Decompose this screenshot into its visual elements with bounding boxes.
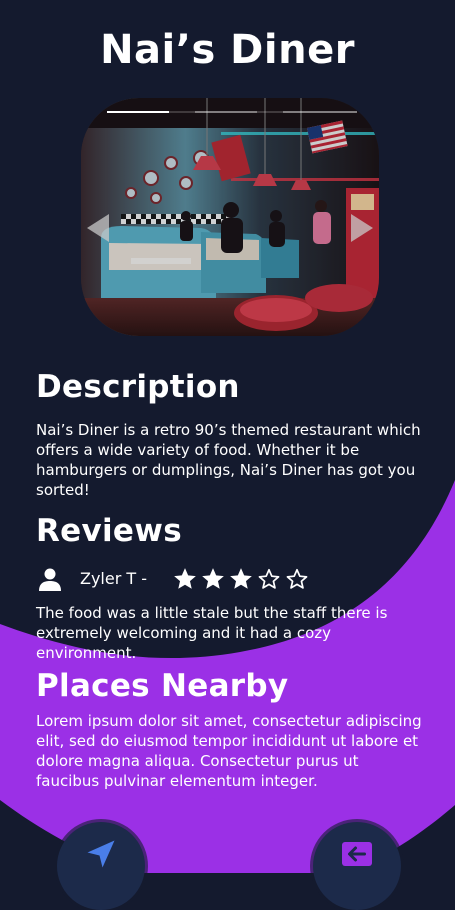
carousel-progress-segment xyxy=(195,111,257,113)
star-filled-icon xyxy=(202,568,224,589)
user-icon xyxy=(39,568,61,591)
carousel-progress xyxy=(107,111,357,113)
reviewer-name: Zyler T - xyxy=(80,569,148,588)
reviews-heading: Reviews xyxy=(36,513,182,549)
review-text: The food was a little stale but the staf… xyxy=(36,604,388,662)
back-button[interactable] xyxy=(313,822,401,910)
places-nearby-heading: Places Nearby xyxy=(36,668,289,704)
send-button[interactable] xyxy=(57,822,145,910)
review-header: Zyler T - xyxy=(38,566,358,592)
star-outline-icon xyxy=(258,568,280,589)
carousel-progress-active xyxy=(107,111,169,113)
star-rating xyxy=(172,566,310,592)
star-filled-icon xyxy=(230,568,252,589)
description-text: Nai’s Diner is a retro 90’s themed resta… xyxy=(36,421,421,499)
chevron-left-icon[interactable] xyxy=(87,214,109,242)
places-nearby-text: Lorem ipsum dolor sit amet, consectetur … xyxy=(36,712,422,790)
star-filled-icon xyxy=(174,568,196,589)
carousel-progress-segment xyxy=(283,111,357,113)
description-heading: Description xyxy=(36,369,240,405)
back-arrow-icon xyxy=(342,842,372,866)
page-title: Nai’s Diner xyxy=(100,27,355,73)
send-icon xyxy=(87,840,115,868)
diner-photo xyxy=(81,98,379,336)
star-outline-icon xyxy=(286,568,308,589)
chevron-right-icon[interactable] xyxy=(351,214,373,242)
image-carousel[interactable] xyxy=(81,98,379,336)
